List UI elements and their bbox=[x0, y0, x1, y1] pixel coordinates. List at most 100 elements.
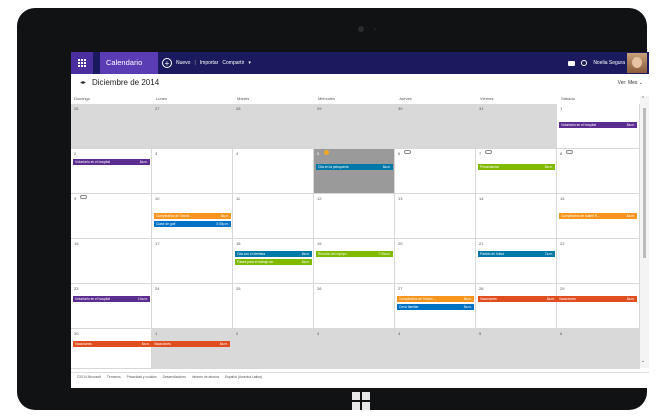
day-cell[interactable]: 18 Cita con el dentista 8a.m. Pasea para … bbox=[233, 239, 314, 284]
calendar-event[interactable]: Presentación 8a.m. bbox=[478, 164, 555, 170]
footer-link[interactable]: Informe de abusos bbox=[192, 375, 219, 379]
footer-link[interactable]: Español (América Latina) bbox=[225, 375, 262, 379]
day-cell[interactable]: 1 Vacaciones 8a.m. bbox=[152, 329, 233, 369]
day-cell[interactable]: 29 Vacaciones 8a.m. bbox=[557, 284, 640, 329]
footer: ©2014 Microsoft Términos Privacidad y co… bbox=[71, 372, 649, 388]
day-cell[interactable]: 15 Cumpleaños de Isabel R... 8a.m. bbox=[557, 194, 640, 239]
day-cell[interactable]: 13 bbox=[395, 194, 476, 239]
day-number: 30 bbox=[74, 331, 79, 336]
day-cell[interactable]: 3 bbox=[314, 329, 395, 369]
day-cell[interactable]: 30 bbox=[395, 104, 476, 149]
scrollbar[interactable]: ⌃ ⌄ bbox=[640, 96, 649, 368]
chevron-down-icon[interactable]: ⌄ bbox=[641, 358, 645, 364]
calendar-event[interactable]: Cena familiar 8a.m. bbox=[397, 304, 474, 310]
day-number: 22 bbox=[560, 241, 565, 246]
chevron-down-icon[interactable]: ▾ bbox=[248, 57, 251, 69]
tablet-frame: Calendario + Nuevo | Importar Compartir … bbox=[17, 8, 649, 410]
plus-icon[interactable]: + bbox=[162, 58, 172, 68]
day-cell[interactable]: 7 Presentación 8a.m. bbox=[476, 149, 557, 194]
chevron-up-icon[interactable]: ⌃ bbox=[641, 96, 645, 102]
day-cell[interactable]: 29 bbox=[314, 104, 395, 149]
calendar-event[interactable]: Cita con el dentista 8a.m. bbox=[235, 251, 312, 257]
new-button[interactable]: Nuevo bbox=[176, 57, 190, 69]
day-cell[interactable]: 20 bbox=[395, 239, 476, 284]
day-cell[interactable]: 2 bbox=[233, 329, 314, 369]
day-cell[interactable]: 23 Voluntario en el hospital 10a.m. bbox=[71, 284, 152, 329]
calendar-event[interactable]: Partido de fútbol 7a.m. bbox=[478, 251, 555, 257]
day-cell[interactable]: 17 bbox=[152, 239, 233, 284]
gear-icon[interactable] bbox=[581, 60, 588, 66]
day-cell[interactable]: 5 bbox=[476, 329, 557, 369]
event-title: Vacaciones bbox=[559, 297, 576, 301]
calendar-event[interactable]: Cumpleaños de Vinicio ... 8a.m. bbox=[397, 296, 474, 302]
day-cell[interactable]: 27 bbox=[152, 104, 233, 149]
avatar[interactable] bbox=[627, 53, 647, 73]
calendar-event[interactable]: Vacaciones 8a.m. bbox=[152, 341, 230, 347]
calendar-event[interactable]: Reunión del equipo 7:30a.m. bbox=[316, 251, 393, 257]
calendar-event[interactable]: Vacaciones 8a.m. bbox=[73, 341, 152, 347]
event-time: 8a.m. bbox=[626, 214, 635, 218]
calendar-event[interactable]: Cumpleaños de Isabel R... 8a.m. bbox=[559, 213, 637, 219]
day-cell[interactable]: 28 Vacaciones 8a.m. bbox=[476, 284, 557, 329]
calendar-event[interactable]: Voluntario en el hospital 8a.m. bbox=[559, 122, 637, 128]
app-launcher-icon[interactable] bbox=[71, 52, 93, 74]
event-title: Presentación bbox=[480, 165, 500, 169]
day-cell[interactable]: 22 bbox=[557, 239, 640, 284]
calendar-event[interactable]: Cita en la peluquería 8a.m. bbox=[316, 164, 393, 170]
event-title: Cita con el dentista bbox=[237, 252, 266, 256]
share-button[interactable]: Compartir bbox=[222, 57, 244, 69]
day-cell[interactable]: 4 bbox=[395, 329, 476, 369]
day-cell[interactable]: 12 bbox=[314, 194, 395, 239]
event-title: Cumpleaños de Isabel R... bbox=[561, 214, 600, 218]
day-cell[interactable]: 27 Cumpleaños de Vinicio ... 8a.m. Cena f… bbox=[395, 284, 476, 329]
calendar-event[interactable]: Pasea para el trabajo de... 8a.m. bbox=[235, 259, 312, 265]
scrollbar-thumb[interactable] bbox=[643, 108, 646, 258]
day-cell[interactable]: 19 Reunión del equipo 7:30a.m. bbox=[314, 239, 395, 284]
day-number: 6 bbox=[398, 151, 401, 156]
day-cell[interactable]: 26 bbox=[314, 284, 395, 329]
user-name[interactable]: Noelia Segura bbox=[593, 60, 625, 66]
footer-link[interactable]: Desarrolladores bbox=[163, 375, 186, 379]
day-cell[interactable]: 4 bbox=[233, 149, 314, 194]
event-title: Cumpleaños de Vinicio ... bbox=[399, 297, 437, 301]
day-cell[interactable]: 14 bbox=[476, 194, 557, 239]
app-title[interactable]: Calendario bbox=[100, 52, 158, 74]
weekday-wednesday: Miércoles bbox=[318, 96, 336, 101]
day-cell[interactable]: 6 bbox=[395, 149, 476, 194]
footer-link[interactable]: Privacidad y cookies bbox=[127, 375, 157, 379]
event-time: 10a.m. bbox=[137, 297, 148, 301]
day-number: 2 bbox=[74, 151, 77, 156]
day-cell[interactable]: 21 Partido de fútbol 7a.m. bbox=[476, 239, 557, 284]
calendar-event[interactable]: Cumpleaños de Gerda ... 8a.m. bbox=[154, 213, 231, 219]
day-cell[interactable]: 1 Voluntario en el hospital 8a.m. bbox=[557, 104, 640, 149]
windows-logo-icon[interactable] bbox=[352, 392, 370, 410]
footer-link[interactable]: Términos bbox=[107, 375, 121, 379]
day-cell[interactable]: 24 bbox=[152, 284, 233, 329]
separator: | bbox=[194, 60, 196, 66]
view-selector[interactable]: Ver: Mes ⌄ bbox=[618, 80, 643, 86]
day-cell[interactable]: 26 bbox=[71, 104, 152, 149]
day-cell[interactable]: 25 bbox=[233, 284, 314, 329]
day-cell[interactable]: 10 Cumpleaños de Gerda ... 8a.m. Clase de… bbox=[152, 194, 233, 239]
calendar-event[interactable]: Voluntario en el hospital 8a.m. bbox=[73, 159, 150, 165]
day-cell[interactable]: 30 Vacaciones 8a.m. bbox=[71, 329, 152, 369]
calendar-event[interactable]: Vacaciones 8a.m. bbox=[478, 296, 557, 302]
calendar-event[interactable]: Vacaciones 8a.m. bbox=[557, 296, 637, 302]
day-cell[interactable]: 31 bbox=[476, 104, 557, 149]
day-cell[interactable]: 8 bbox=[557, 149, 640, 194]
day-number: 23 bbox=[74, 286, 79, 291]
day-cell[interactable]: 28 bbox=[233, 104, 314, 149]
prev-next-arrows-icon[interactable]: ◂▸ bbox=[80, 79, 86, 86]
day-cell[interactable]: 6 bbox=[557, 329, 640, 369]
day-cell[interactable]: 11 bbox=[233, 194, 314, 239]
event-time: 8a.m. bbox=[626, 297, 635, 301]
day-cell[interactable]: 16 bbox=[71, 239, 152, 284]
calendar-event[interactable]: Clase de golf 3:30p.m. bbox=[154, 221, 231, 227]
day-cell[interactable]: 2 Voluntario en el hospital 8a.m. bbox=[71, 149, 152, 194]
calendar-event[interactable]: Voluntario en el hospital 10a.m. bbox=[73, 296, 150, 302]
day-cell-today[interactable]: 5 Cita en la peluquería 8a.m. bbox=[314, 149, 395, 194]
day-cell[interactable]: 3 bbox=[152, 149, 233, 194]
day-cell[interactable]: 9 bbox=[71, 194, 152, 239]
import-button[interactable]: Importar bbox=[200, 57, 219, 69]
chat-icon[interactable] bbox=[568, 60, 576, 66]
